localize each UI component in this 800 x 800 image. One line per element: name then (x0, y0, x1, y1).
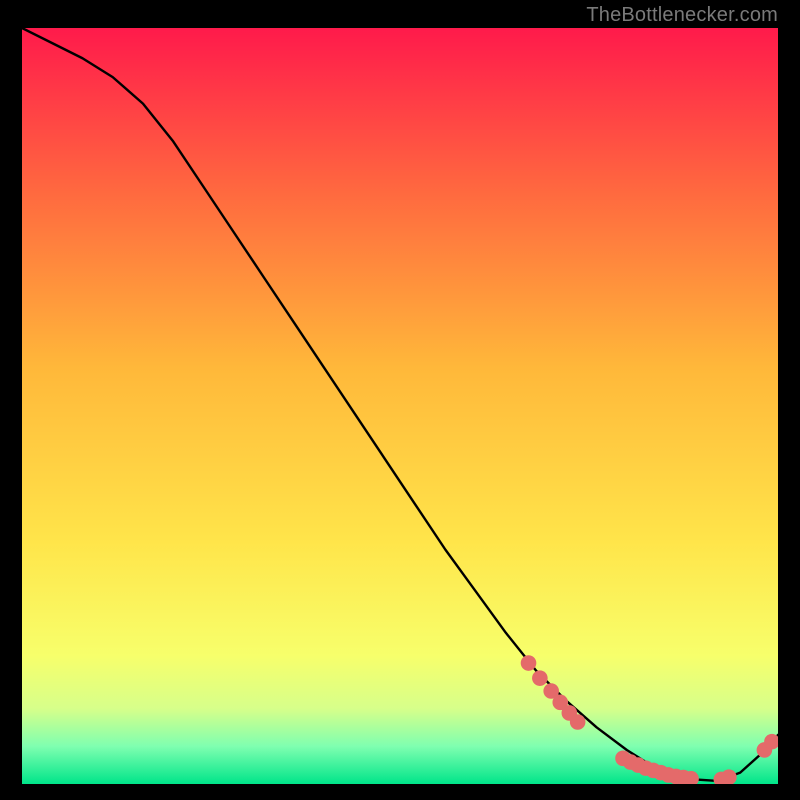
data-marker (532, 670, 548, 686)
data-marker (570, 714, 586, 730)
chart-svg (22, 28, 778, 784)
gradient-background (22, 28, 778, 784)
data-marker (521, 655, 537, 671)
plot-area (22, 28, 778, 784)
chart-container: TheBottlenecker.com (0, 0, 800, 800)
attribution-text: TheBottlenecker.com (586, 4, 778, 27)
